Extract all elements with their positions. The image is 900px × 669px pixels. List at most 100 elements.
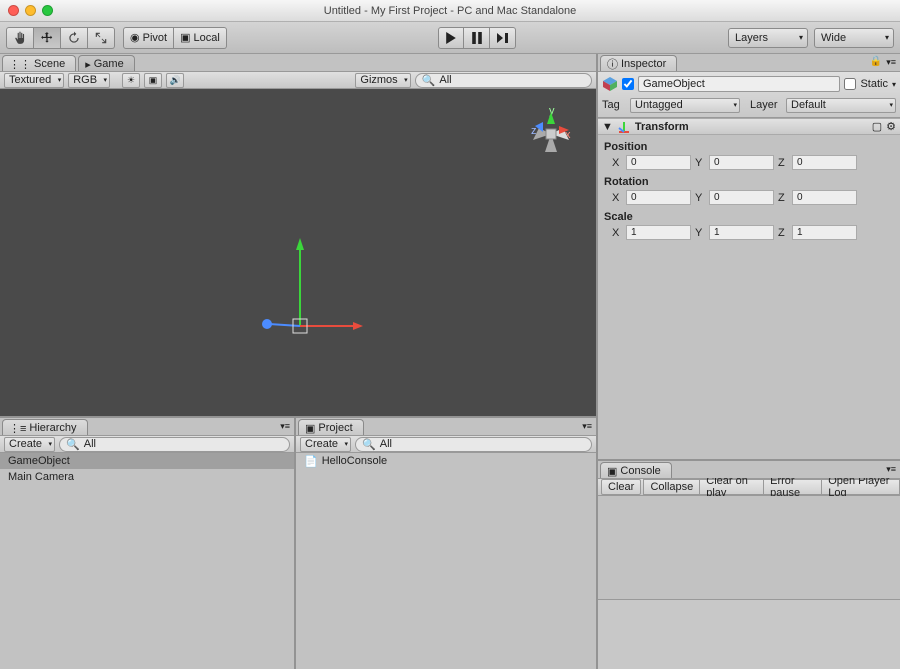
tab-inspector[interactable]: ⓘInspector [600,55,677,71]
console-open-player-log-button[interactable]: Open Player Log [821,479,900,495]
layers-dropdown[interactable]: Layers [728,28,808,48]
project-search[interactable]: 🔍All [355,437,592,452]
hierarchy-item[interactable]: GameObject [0,453,294,469]
rotate-tool-button[interactable] [61,27,88,49]
console-clear-on-play-button[interactable]: Clear on play [699,479,764,495]
move-tool-button[interactable] [34,27,61,49]
transform-title: Transform [635,121,689,133]
gameobject-icon [602,76,618,92]
scene-fx-toggle[interactable]: ▣ [144,73,162,88]
inspector-header: Static ▾ Tag Untagged Layer Default [598,71,900,118]
gameobject-active-checkbox[interactable] [622,78,634,90]
console-panel: ▣Console ▾≡ Clear Collapse Clear on play… [598,459,900,669]
console-toolbar: Clear Collapse Clear on play Error pause… [598,478,900,496]
lock-icon[interactable]: 🔒 [870,56,882,67]
static-checkbox[interactable] [844,78,856,90]
hierarchy-item[interactable]: Main Camera [0,469,294,485]
transform-gizmo[interactable] [245,234,365,354]
step-button[interactable] [490,27,516,49]
scene-icon: ⋮⋮ [9,58,31,71]
hierarchy-icon: ⋮≡ [9,422,26,435]
view-gizmo[interactable]: x y z [521,104,581,164]
position-y-field[interactable] [709,155,774,170]
tab-console[interactable]: ▣Console [600,462,672,478]
hierarchy-search[interactable]: 🔍All [59,437,290,452]
static-label: Static [860,78,888,90]
scene-viewport[interactable]: x y z [0,89,596,416]
scene-panel-tabs: ⋮⋮Scene ▸Game [0,54,596,71]
project-list[interactable]: 📄HelloConsole [296,453,596,669]
rendermode-dropdown[interactable]: RGB [68,73,110,88]
rotation-label: Rotation [604,176,894,188]
info-icon: ⓘ [607,56,618,72]
game-icon: ▸ [85,58,91,71]
panel-menu-icon[interactable]: ▾≡ [886,464,896,475]
layer-label: Layer [750,99,782,111]
position-z-field[interactable] [792,155,857,170]
gameobject-name-field[interactable] [638,76,840,92]
scale-x-field[interactable] [626,225,691,240]
pause-button[interactable] [464,27,490,49]
pivot-toggle-button[interactable]: ◉Pivot [123,27,174,49]
hierarchy-panel: ⋮≡Hierarchy ▾≡ Create 🔍All GameObject Ma… [0,418,296,669]
folder-icon: ▣ [305,422,315,435]
help-icon[interactable]: ▢ [872,120,882,133]
panel-menu-icon[interactable]: ▾≡ [280,421,290,432]
tag-dropdown[interactable]: Untagged [630,98,740,113]
transform-tool-group [6,27,115,49]
search-icon: 🔍 [66,438,80,451]
tab-project[interactable]: ▣Project [298,419,364,435]
shading-dropdown[interactable]: Textured [4,73,64,88]
scale-z-field[interactable] [792,225,857,240]
tab-game[interactable]: ▸Game [78,55,135,71]
rotation-z-field[interactable] [792,190,857,205]
panel-menu-icon[interactable]: ▾≡ [886,57,896,68]
console-collapse-button[interactable]: Collapse [643,479,700,495]
search-icon: 🔍 [362,438,376,451]
rotation-x-field[interactable] [626,190,691,205]
position-x-field[interactable] [626,155,691,170]
console-error-pause-button[interactable]: Error pause [763,479,822,495]
gear-icon[interactable]: ⚙ [886,120,896,133]
tab-hierarchy[interactable]: ⋮≡Hierarchy [2,419,88,435]
rotation-y-field[interactable] [709,190,774,205]
scale-label: Scale [604,211,894,223]
scale-y-field[interactable] [709,225,774,240]
inspector-panel: ⓘInspector 🔒 ▾≡ Static ▾ Tag Untagged La… [598,54,900,459]
search-icon: 🔍 [422,74,436,87]
transform-component-body: Position X Y Z Rotation X Y Z Scale X Y … [598,135,900,250]
scene-lighting-toggle[interactable]: ☀ [122,73,140,88]
tab-scene[interactable]: ⋮⋮Scene [2,55,76,71]
main-toolbar: ◉Pivot ▣Local Layers Wide [0,22,900,54]
foldout-icon[interactable]: ▼ [602,121,613,133]
project-panel: ▣Project ▾≡ Create 🔍All 📄HelloConsole [296,418,596,669]
position-label: Position [604,141,894,153]
static-dropdown-icon[interactable]: ▾ [892,80,896,89]
layout-dropdown[interactable]: Wide [814,28,894,48]
gizmos-dropdown[interactable]: Gizmos [355,73,410,88]
window-titlebar: Untitled - My First Project - PC and Mac… [0,0,900,22]
console-log-area[interactable] [598,496,900,599]
tag-label: Tag [602,99,626,111]
transform-icon [617,120,631,134]
project-create-dropdown[interactable]: Create [300,437,351,452]
panel-menu-icon[interactable]: ▾≡ [582,421,592,432]
script-icon: 📄 [304,455,318,468]
local-toggle-button[interactable]: ▣Local [174,27,227,49]
console-clear-button[interactable]: Clear [601,479,641,495]
hierarchy-create-dropdown[interactable]: Create [4,437,55,452]
hand-tool-button[interactable] [6,27,34,49]
layer-dropdown[interactable]: Default [786,98,896,113]
play-controls [438,27,516,49]
project-item[interactable]: 📄HelloConsole [296,453,596,469]
scene-audio-toggle[interactable]: 🔊 [166,73,184,88]
scene-search[interactable]: 🔍All [415,73,592,88]
play-button[interactable] [438,27,464,49]
window-title: Untitled - My First Project - PC and Mac… [0,5,900,17]
scene-toolbar: Textured RGB ☀ ▣ 🔊 Gizmos 🔍All [0,71,596,89]
console-icon: ▣ [607,465,617,478]
scale-tool-button[interactable] [88,27,115,49]
hierarchy-list[interactable]: GameObject Main Camera [0,453,294,669]
handle-group: ◉Pivot ▣Local [123,27,227,49]
transform-component-header[interactable]: ▼ Transform ▢ ⚙ [598,118,900,135]
